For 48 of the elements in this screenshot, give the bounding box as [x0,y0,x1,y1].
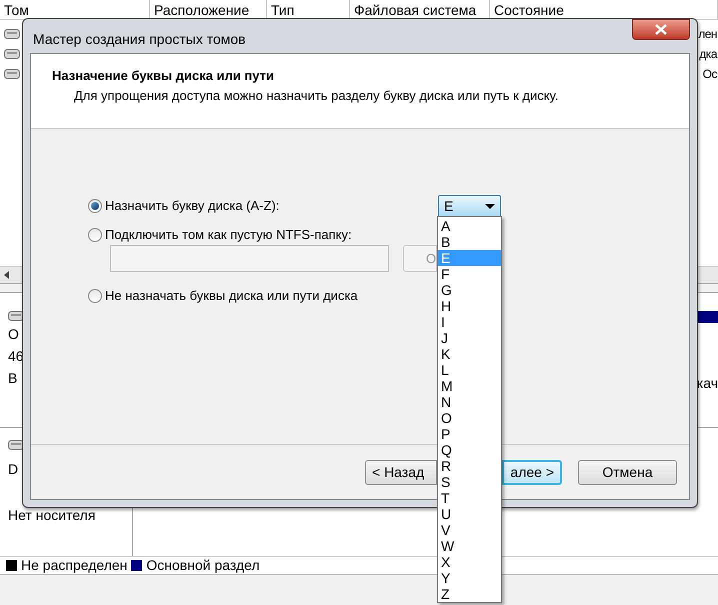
wizard-button[interactable]: < Назад [365,460,437,484]
drive-letter-option[interactable]: T [438,490,501,506]
drive-letter-option[interactable]: Z [438,586,501,602]
drive-letter-option[interactable]: H [438,298,501,314]
drive-letter-option[interactable]: R [438,458,501,474]
drive-letter-dropdown[interactable]: E [438,194,501,218]
volume-cell-text: лен [698,26,717,43]
drive-letter-option[interactable]: X [438,554,501,570]
drive-letter-option[interactable]: P [438,426,501,442]
disk-label: В [8,369,18,387]
disk-label: О [8,325,20,343]
drive-letter-option[interactable]: W [438,538,501,554]
drive-letter-option[interactable]: F [438,266,501,282]
wizard-button[interactable]: алее > [502,460,562,484]
drive-letter-option[interactable]: V [438,522,501,538]
drive-letter-option[interactable]: L [438,362,501,378]
drive-letter-option[interactable]: J [438,330,501,346]
option-label: Назначить букву диска (A-Z): [105,197,280,216]
page-description: Для упрощения доступа можно назначить разделу букву диска или путь к диску. [73,86,560,105]
close-icon [655,24,667,35]
drive-letter-option[interactable]: K [438,346,501,362]
radio-button[interactable] [88,289,102,303]
close-button[interactable] [632,19,690,40]
dropdown-arrow-icon [485,204,495,208]
drive-letter-option[interactable]: N [438,394,501,410]
drive-letter-option[interactable]: M [438,378,501,394]
window-title: Мастер создания простых томов [33,30,246,49]
option-label: Не назначать буквы диска или пути диска [105,287,358,306]
drive-letter-option[interactable]: G [438,282,501,298]
disk-label: D [8,460,20,478]
drive-letter-option[interactable]: B [438,234,501,250]
drive-letter-option[interactable]: Y [438,570,501,586]
volume-cell-text: Ос [702,66,717,83]
disk-label: Нет носителя [8,506,96,524]
wizard-button[interactable]: Отмена [578,460,677,484]
radio-button[interactable] [88,199,102,213]
option-label: Подключить том как пустую NTFS-папку: [105,226,352,244]
drive-letter-option[interactable]: U [438,506,501,522]
radio-button[interactable] [88,228,102,242]
drive-letter-option[interactable]: A [438,218,501,234]
page-heading: Назначение буквы диска или пути [52,67,276,85]
drive-letter-option[interactable]: S [438,474,501,490]
legend-label: Не распределен [21,556,128,575]
legend-label: Основной раздел [146,556,260,575]
drive-letter-option[interactable]: I [438,314,501,330]
drive-letter-option[interactable]: Q [438,442,501,458]
volume-cell-text: дка [699,46,717,63]
drive-letter-option[interactable]: O [438,410,501,426]
